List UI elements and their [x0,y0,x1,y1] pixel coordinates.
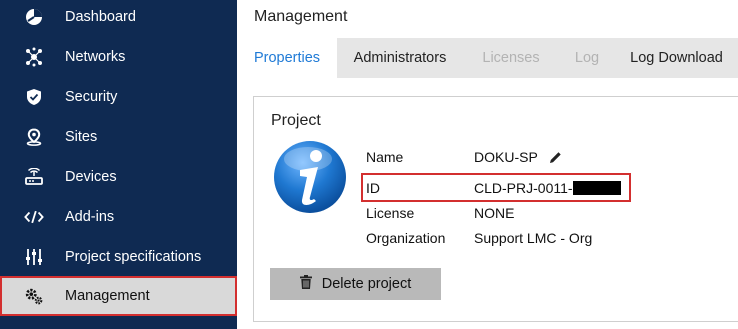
id-value-wrap: CLD-PRJ-0011- [474,180,621,196]
organization-label: Organization [366,230,446,246]
shield-icon [24,87,44,107]
name-value: DOKU-SP [474,149,538,165]
delete-project-button[interactable]: Delete project [270,268,441,300]
networks-icon [24,47,44,67]
sidebar: Dashboard Networks Security Sites Device… [0,0,237,329]
redaction-box [572,181,621,195]
main-content: Project Name DOKU-SP ID CLD-PRJ-0011- Li… [237,78,738,329]
dashboard-icon [24,7,44,27]
sidebar-item-label: Add-ins [65,209,115,225]
sliders-icon [24,247,44,267]
delete-project-label: Delete project [321,276,412,292]
sidebar-item-label: Project specifications [65,249,202,265]
sidebar-item-label: Security [65,89,118,105]
license-label: License [366,205,415,221]
sidebar-item-sites[interactable]: Sites [0,117,237,157]
organization-value: Support LMC - Org [474,230,593,246]
sidebar-item-add-ins[interactable]: Add-ins [0,197,237,237]
sidebar-item-label: Dashboard [65,9,136,25]
sidebar-item-devices[interactable]: Devices [0,157,237,197]
tab-bar: Properties Administrators Licenses Log L… [237,38,738,78]
project-panel: Project Name DOKU-SP ID CLD-PRJ-0011- Li… [253,96,738,322]
sidebar-item-networks[interactable]: Networks [0,37,237,77]
tab-licenses: Licenses [482,50,540,66]
tab-log-download[interactable]: Log Download [615,38,738,78]
code-icon [24,207,44,227]
name-label: Name [366,149,404,165]
tab-properties[interactable]: Properties [237,38,337,78]
sidebar-item-label: Management [65,288,150,304]
location-pin-icon [24,127,44,147]
sidebar-item-security[interactable]: Security [0,77,237,117]
panel-title: Project [271,112,321,129]
name-value-wrap: DOKU-SP [474,149,562,167]
sidebar-item-dashboard[interactable]: Dashboard [0,0,237,37]
info-icon [272,139,348,215]
router-icon [24,167,44,187]
sidebar-item-label: Networks [65,49,126,65]
tab-log: Log [574,50,600,66]
sidebar-item-project-specifications[interactable]: Project specifications [0,237,237,277]
sidebar-item-label: Sites [65,129,98,145]
tab-administrators[interactable]: Administrators [337,38,463,78]
page-title: Management [254,8,348,25]
gears-icon [24,286,44,306]
id-value: CLD-PRJ-0011- [474,180,573,196]
sidebar-item-management[interactable]: Management [0,276,237,316]
sidebar-item-label: Devices [65,169,117,185]
pencil-icon[interactable] [549,151,562,167]
license-value: NONE [474,205,515,221]
id-label: ID [366,180,380,196]
trash-icon [299,275,312,293]
